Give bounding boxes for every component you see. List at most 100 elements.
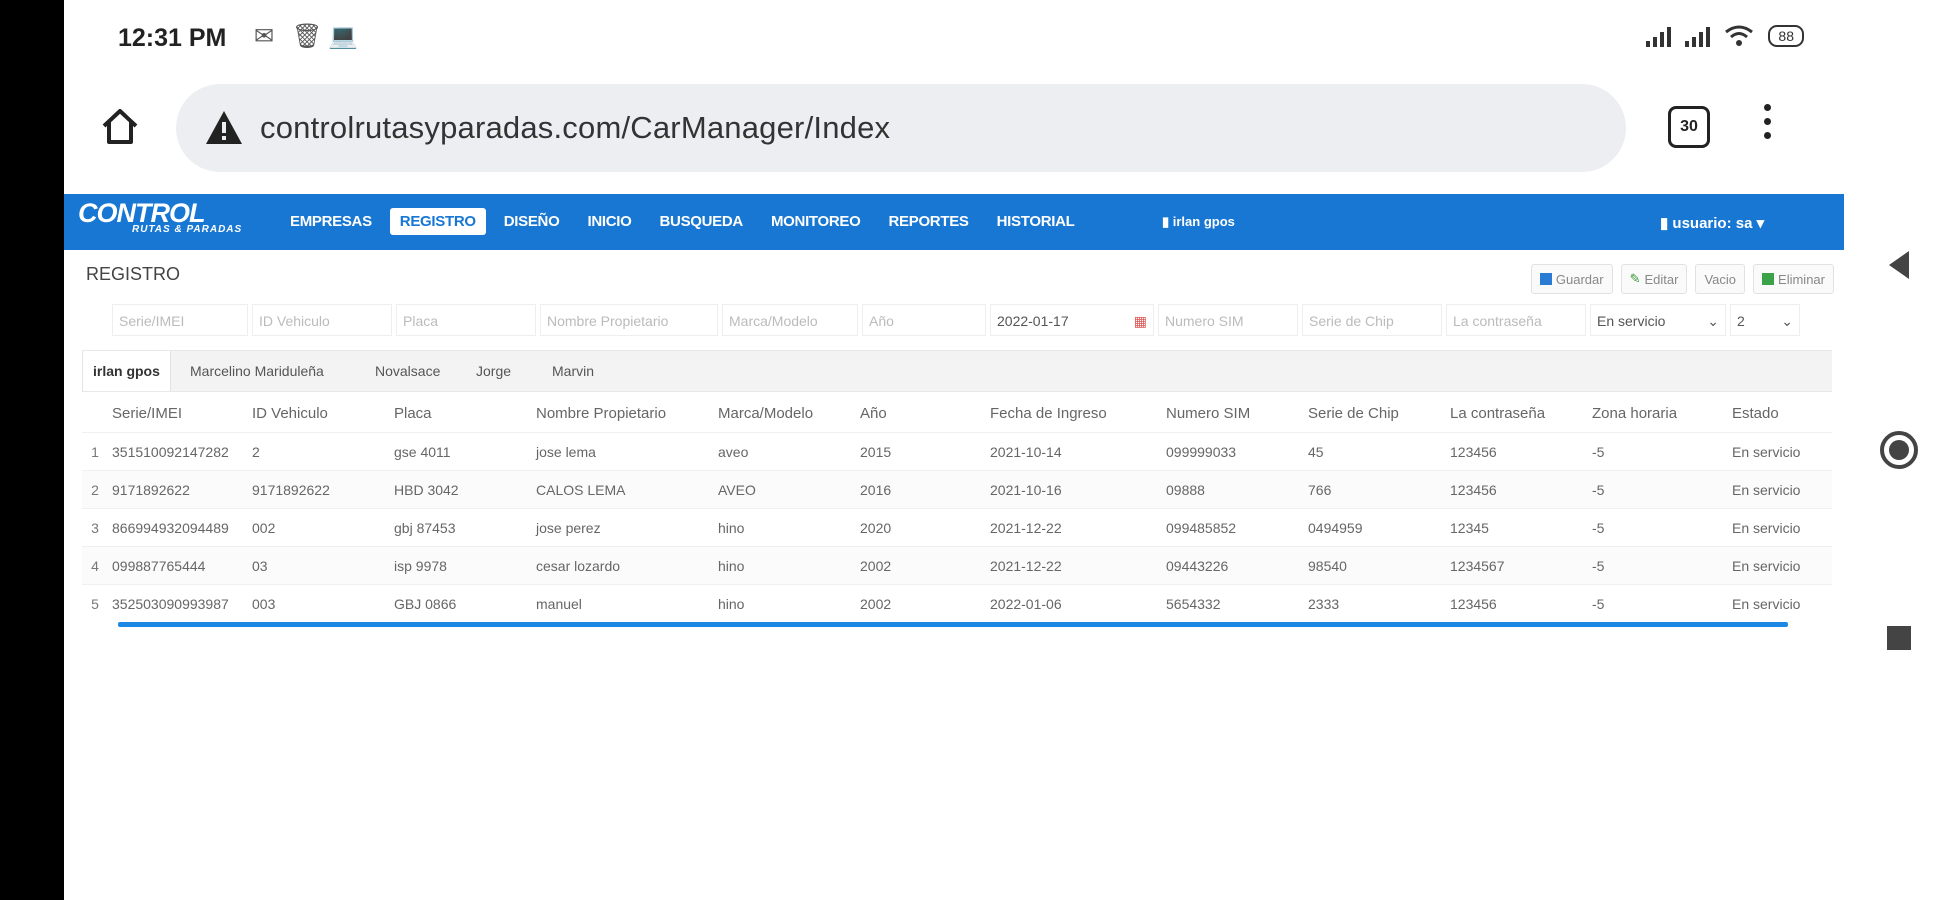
app-navbar: CONTROL RUTAS & PARADAS EMPRESAS REGISTR… xyxy=(64,194,1844,250)
cell: manuel xyxy=(532,584,714,622)
menu-historial[interactable]: HISTORIAL xyxy=(987,208,1085,235)
cell: 2333 xyxy=(1304,584,1446,622)
status-bar: 12:31 PM ✉ 🗑 💻 88 xyxy=(64,0,1844,80)
signal-icon-2 xyxy=(1685,25,1711,47)
calendar-icon[interactable]: ▦ xyxy=(1134,305,1147,335)
tab-marcelino[interactable]: Marcelino Mariduleña xyxy=(180,351,334,391)
status-select[interactable]: En servicio ⌄ xyxy=(1590,304,1726,336)
menu-registro[interactable]: REGISTRO xyxy=(389,208,486,235)
cell: -5 xyxy=(1588,546,1728,585)
col-header[interactable]: Estado xyxy=(1728,394,1832,433)
recents-icon[interactable] xyxy=(1885,624,1913,652)
col-header[interactable]: Fecha de Ingreso xyxy=(986,394,1162,433)
cell: -5 xyxy=(1588,432,1728,471)
delete-button[interactable]: Eliminar xyxy=(1753,264,1834,294)
clear-label: Vacio xyxy=(1704,271,1737,287)
col-header[interactable]: La contraseña xyxy=(1446,394,1588,433)
company-user[interactable]: ▮ irlan gpos xyxy=(1162,214,1235,230)
col-header[interactable]: ID Vehiculo xyxy=(248,394,390,433)
table-row[interactable]: 1 351510092147282 2 gse 4011 jose lema a… xyxy=(82,432,1832,471)
trash-icon: 🗑 xyxy=(292,23,323,50)
cell: 1 xyxy=(82,432,108,471)
col-header[interactable]: Numero SIM xyxy=(1162,394,1304,433)
save-button[interactable]: Guardar xyxy=(1530,264,1613,294)
vehicle-id-field[interactable]: ID Vehiculo xyxy=(252,304,392,336)
tab-marvin[interactable]: Marvin xyxy=(542,351,604,391)
status-time: 12:31 PM xyxy=(118,24,227,52)
cell: 352503090993987 xyxy=(108,584,248,622)
vehicle-form: Serie/IMEI ID Vehiculo Placa Nombre Prop… xyxy=(112,304,1800,336)
col-header[interactable]: Serie/IMEI xyxy=(108,394,248,433)
cell: 5654332 xyxy=(1162,584,1304,622)
tab-irlan-gpos[interactable]: irlan gpos xyxy=(82,351,171,391)
company-user-label: irlan gpos xyxy=(1172,214,1235,229)
menu-monitoreo[interactable]: MONITOREO xyxy=(761,208,871,235)
menu-empresas[interactable]: EMPRESAS xyxy=(280,208,382,235)
cell: 2022-01-06 xyxy=(986,584,1162,622)
warning-icon[interactable] xyxy=(204,108,244,148)
cell: hino xyxy=(714,508,856,547)
cell: 2 xyxy=(82,470,108,509)
col-header[interactable]: Serie de Chip xyxy=(1304,394,1446,433)
tab-jorge[interactable]: Jorge xyxy=(466,351,521,391)
back-icon[interactable] xyxy=(1885,248,1913,282)
user-menu[interactable]: ▮ usuario: sa ▾ xyxy=(1660,214,1764,232)
cell: En servicio xyxy=(1728,432,1832,471)
cell: En servicio xyxy=(1728,508,1832,547)
edit-label: Editar xyxy=(1644,271,1679,287)
more-menu-icon[interactable] xyxy=(1764,104,1772,146)
date-field[interactable]: 2022-01-17 ▦ xyxy=(990,304,1154,336)
pencil-icon: ✎ xyxy=(1629,271,1641,286)
password-field[interactable]: La contraseña xyxy=(1446,304,1586,336)
imei-field[interactable]: Serie/IMEI xyxy=(112,304,248,336)
cell: -5 xyxy=(1588,470,1728,509)
device-left-edge xyxy=(0,0,64,900)
menu-busqueda[interactable]: BUSQUEDA xyxy=(650,208,753,235)
edit-button[interactable]: ✎ Editar xyxy=(1620,264,1688,294)
col-header[interactable]: Marca/Modelo xyxy=(714,394,856,433)
laptop-icon: 💻 xyxy=(328,23,358,50)
cell: 2002 xyxy=(856,584,986,622)
browser-toolbar: controlrutasyparadas.com/CarManager/Inde… xyxy=(64,78,1844,178)
cell: 003 xyxy=(248,584,390,622)
menu-diseno[interactable]: DISEÑO xyxy=(494,208,570,235)
cell: 766 xyxy=(1304,470,1446,509)
date-value: 2022-01-17 xyxy=(997,313,1069,329)
signal-icon xyxy=(1646,25,1672,47)
cell: 98540 xyxy=(1304,546,1446,585)
timezone-select[interactable]: 2 ⌄ xyxy=(1730,304,1800,336)
table-row[interactable]: 2 9171892622 9171892622 HBD 3042 CALOS L… xyxy=(82,470,1832,509)
cell: En servicio xyxy=(1728,584,1832,622)
cell: 123456 xyxy=(1446,584,1588,622)
cell: 1234567 xyxy=(1446,546,1588,585)
col-header[interactable]: Año xyxy=(856,394,986,433)
chip-field[interactable]: Serie de Chip xyxy=(1302,304,1442,336)
tab-novalsace[interactable]: Novalsace xyxy=(365,351,450,391)
tabs-count-button[interactable]: 30 xyxy=(1668,106,1710,148)
menu-inicio[interactable]: INICIO xyxy=(577,208,641,235)
table-row[interactable]: 4 099887765444 03 isp 9978 cesar lozardo… xyxy=(82,546,1832,585)
year-field[interactable]: Año xyxy=(862,304,986,336)
home-nav-icon[interactable] xyxy=(1879,430,1919,470)
horizontal-scrollbar[interactable] xyxy=(118,622,1788,627)
plate-field[interactable]: Placa xyxy=(396,304,536,336)
brand-model-field[interactable]: Marca/Modelo xyxy=(722,304,858,336)
col-header[interactable]: Zona horaria xyxy=(1588,394,1728,433)
user-menu-label: usuario: sa xyxy=(1672,215,1753,232)
cell: 9171892622 xyxy=(108,470,248,509)
sim-field[interactable]: Numero SIM xyxy=(1158,304,1298,336)
table-row[interactable]: 5 352503090993987 003 GBJ 0866 manuel hi… xyxy=(82,584,1832,622)
logo-sub: RUTAS & PARADAS xyxy=(132,224,243,235)
col-header[interactable]: Nombre Propietario xyxy=(532,394,714,433)
delete-icon xyxy=(1762,273,1775,285)
cell: 002 xyxy=(248,508,390,547)
clear-button[interactable]: Vacio xyxy=(1695,264,1746,294)
address-bar[interactable]: controlrutasyparadas.com/CarManager/Inde… xyxy=(176,84,1626,172)
vehicles-table: Serie/IMEI ID Vehiculo Placa Nombre Prop… xyxy=(82,394,1832,622)
url-text[interactable]: controlrutasyparadas.com/CarManager/Inde… xyxy=(260,110,890,146)
home-icon[interactable] xyxy=(98,104,142,148)
owner-field[interactable]: Nombre Propietario xyxy=(540,304,718,336)
table-row[interactable]: 3 866994932094489 002 gbj 87453 jose per… xyxy=(82,508,1832,547)
col-header[interactable]: Placa xyxy=(390,394,532,433)
menu-reportes[interactable]: REPORTES xyxy=(879,208,979,235)
